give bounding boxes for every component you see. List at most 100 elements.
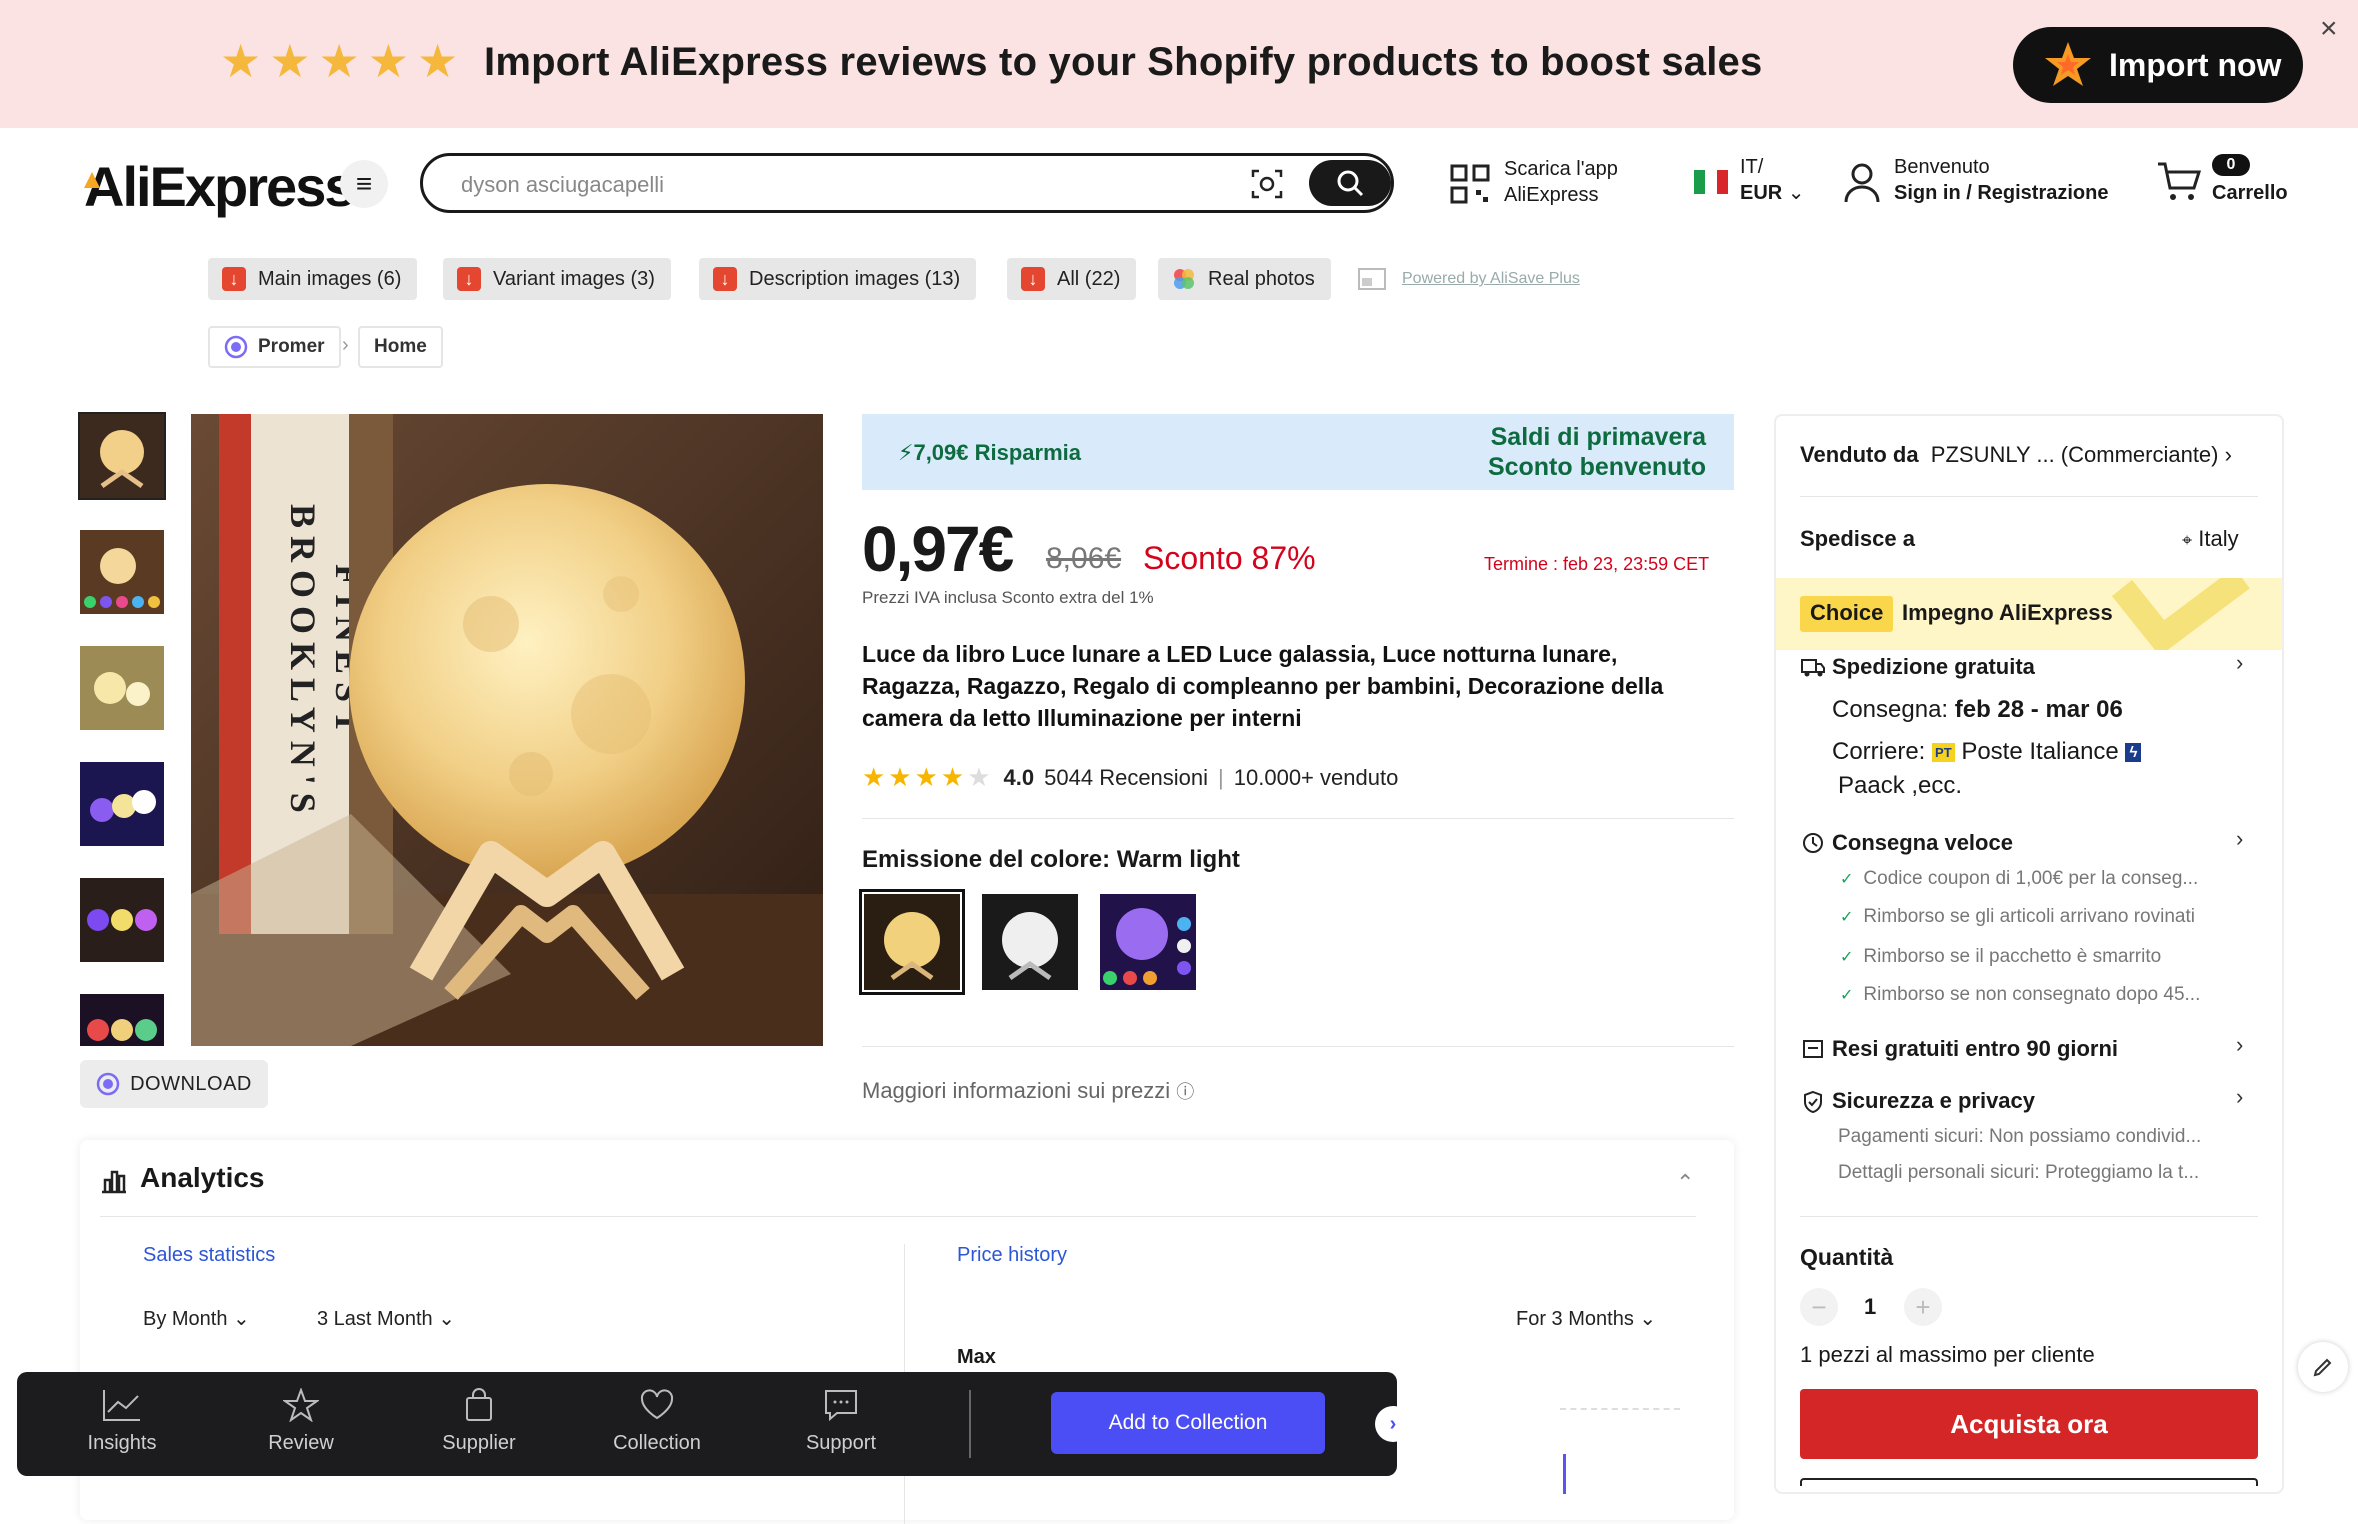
chevron-right-icon[interactable]: › [1375,1406,1411,1442]
breadcrumb-promer[interactable]: Promer [208,326,341,368]
more-price-info-link[interactable]: Maggiori informazioni sui prezzi ⓘ [862,1078,1194,1104]
powered-by-link[interactable]: Powered by AliSave Plus [1402,270,1580,288]
collapse-chevron-icon[interactable]: ⌃ [1676,1170,1694,1196]
chevron-down-icon: ⌄ [1787,182,1805,204]
chevron-right-icon[interactable]: › [2236,1084,2243,1110]
download-icon: ↓ [222,267,246,291]
account-menu[interactable]: Benvenuto Sign in / Registrazione [1894,154,2108,206]
language-currency-selector[interactable]: IT/ EUR ⌄ [1740,154,1805,206]
color-option-label: Emissione del colore: Warm light [862,846,1240,873]
gallery-thumb-1[interactable] [78,412,166,500]
color-swatch-white-light[interactable] [982,894,1078,990]
free-shipping[interactable]: Spedizione gratuita [1832,654,2035,680]
moon-lamp-thumbnail [80,878,164,962]
photos-icon [1174,269,1194,289]
quantity-value[interactable]: 1 [1864,1294,1876,1320]
search-input[interactable]: dyson asciugacapelli [461,172,664,198]
italy-flag-icon [1694,170,1728,194]
max-label: Max [957,1346,996,1368]
svg-text:BROOKLYN'S: BROOKLYN'S [283,504,323,821]
main-images-chip[interactable]: ↓ Main images (6) [208,258,418,300]
sold-by-row[interactable]: Venduto da PZSUNLY ... (Commerciante) › [1800,442,2232,468]
variant-images-chip[interactable]: ↓ Variant images (3) [443,258,671,300]
buy-now-button[interactable]: Acquista ora [1800,1389,2258,1459]
color-swatch-warm-light[interactable] [859,889,965,995]
tab-price-history[interactable]: Price history [957,1244,1067,1267]
white-light-swatch [982,894,1078,990]
chevron-right-icon[interactable]: › [2236,826,2243,852]
gallery-thumb-5[interactable] [80,878,164,962]
ship-to-country[interactable]: ⌖ Italy [2182,526,2239,552]
promo-end-time: Termine : feb 23, 23:59 CET [1484,554,1710,574]
account-line1: Benvenuto [1894,156,1990,178]
range-select[interactable]: 3 Last Month ⌄ [317,1306,455,1331]
gallery-thumb-4[interactable] [80,762,164,846]
shield-icon [1804,1090,1822,1114]
line-chart-icon [103,1390,140,1421]
breadcrumb-home[interactable]: Home [358,326,443,368]
tab-sales-statistics[interactable]: Sales statistics [143,1244,275,1267]
all-images-chip[interactable]: ↓ All (22) [1007,258,1137,300]
extension-toolbar: Insights Review Supplier Collection Supp… [17,1372,1411,1476]
quantity-decrease-button[interactable]: − [1800,1288,1838,1326]
gallery-thumb-2[interactable] [80,530,164,614]
image-search-icon[interactable] [1251,168,1283,200]
chip-label: Real photos [1208,267,1315,290]
main-product-image[interactable]: BROOKLYN'S FINEST [191,414,823,1046]
free-returns[interactable]: Resi gratuiti entro 90 giorni [1832,1036,2118,1062]
edit-icon[interactable] [2298,1342,2348,1392]
group-by-select[interactable]: By Month ⌄ [143,1306,250,1331]
delivery-label: Consegna: [1832,696,1949,723]
download-button[interactable]: DOWNLOAD [80,1060,268,1108]
gallery-thumb-6[interactable] [80,994,164,1046]
warm-light-swatch [864,894,960,990]
add-to-cart-button[interactable] [1800,1478,2258,1486]
color-swatch-multicolor[interactable] [1100,894,1196,990]
select-value: By Month [143,1308,228,1330]
menu-icon[interactable]: ≡ [340,160,388,208]
rating-row[interactable]: ★★★★★ 4.0 5044 Recensioni | 10.000+ vend… [862,762,1398,793]
check-icon: ✓ [1840,949,1854,966]
quantity-increase-button[interactable]: + [1904,1288,1942,1326]
chevron-right-icon[interactable]: › [2236,650,2243,676]
toolbar-label: Review [268,1432,334,1454]
search-button[interactable] [1309,160,1391,206]
fast-item: ✓ Rimborso se il pacchetto è smarrito [1840,946,2162,967]
lang-line1: IT/ [1740,156,1764,178]
toolbar-collection[interactable]: Collection [597,1388,717,1455]
toolbar-support[interactable]: Support [781,1388,901,1455]
description-images-chip[interactable]: ↓ Description images (13) [699,258,977,300]
reviews-count[interactable]: 5044 Recensioni [1044,765,1208,791]
chart-gridline [1560,1408,1680,1410]
download-app-link[interactable]: Scarica l'app AliExpress [1504,156,1618,208]
add-to-collection-button[interactable]: Add to Collection [1051,1392,1325,1454]
import-now-button[interactable]: Import now [2013,27,2303,103]
search-bar[interactable]: dyson asciugacapelli [420,153,1394,213]
picture-in-picture-icon[interactable] [1358,268,1386,290]
close-icon[interactable]: × [2320,12,2338,46]
aliexpress-logo[interactable]: AliExpress [84,154,355,219]
select-value: For 3 Months [1516,1308,1634,1330]
chevron-right-icon[interactable]: › [2236,1032,2243,1058]
app-line1: Scarica l'app [1504,158,1618,180]
fast-delivery[interactable]: Consegna veloce [1832,830,2013,856]
toolbar-insights[interactable]: Insights [62,1388,182,1455]
price-range-select[interactable]: For 3 Months ⌄ [1516,1306,1656,1331]
cart-label[interactable]: Carrello [2212,180,2288,206]
rating-separator: | [1218,764,1224,790]
download-icon: ↓ [713,267,737,291]
toolbar-review[interactable]: Review [241,1388,361,1455]
moon-lamp-thumbnail [80,994,164,1046]
price-history-line [1563,1454,1566,1494]
real-photos-chip[interactable]: Real photos [1158,258,1331,300]
toolbar-supplier[interactable]: Supplier [419,1388,539,1455]
cart-icon[interactable] [2156,160,2202,204]
fast-delivery-icon [1803,833,1823,853]
analytics-title: Analytics [140,1162,265,1193]
fast-item: ✓ Rimborso se non consegnato dopo 45... [1840,984,2201,1005]
bar-chart-icon [102,1170,126,1194]
gallery-thumb-3[interactable] [80,646,164,730]
security-privacy[interactable]: Sicurezza e privacy [1832,1088,2035,1114]
seller-name[interactable]: PZSUNLY ... (Commerciante) [1931,442,2219,467]
import-now-label: Import now [2109,46,2282,83]
